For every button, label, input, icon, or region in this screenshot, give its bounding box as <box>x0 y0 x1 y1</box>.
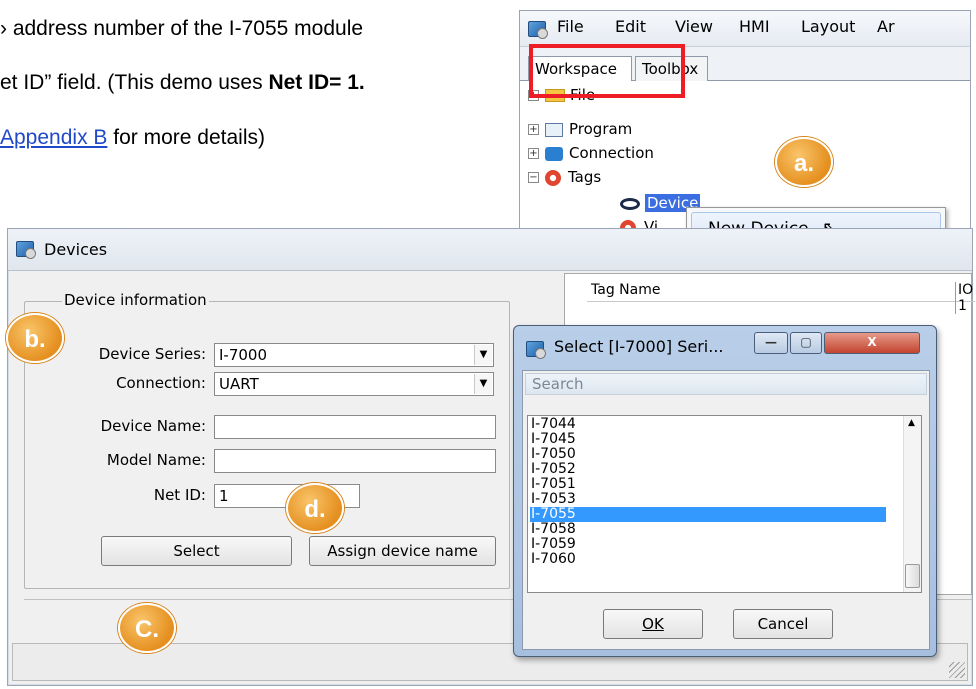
tags-icon <box>545 169 561 186</box>
callout-b: b. <box>6 313 64 363</box>
list-item[interactable]: I-7058 <box>530 522 886 537</box>
label-connection: Connection: <box>116 374 206 392</box>
cancel-label: Cancel <box>757 615 809 633</box>
arrow-glyph: › <box>0 17 13 40</box>
resize-grip-icon[interactable] <box>949 662 965 678</box>
doc-line-1: › address number of the I-7055 module <box>0 17 363 41</box>
expand-icon[interactable]: + <box>528 148 539 159</box>
doc-line-2: et ID” field. (This demo uses Net ID= 1. <box>0 71 365 95</box>
tree-item-program[interactable]: + Program <box>528 119 632 139</box>
group-title: Device information <box>62 291 209 309</box>
connection-select[interactable]: UART ▼ <box>214 372 494 396</box>
list-item[interactable]: I-7060 <box>530 552 886 567</box>
callout-c: C. <box>118 603 176 653</box>
doc-line-3-text: for more details) <box>107 126 265 149</box>
appendix-link[interactable]: Appendix B <box>0 126 107 149</box>
menu-file[interactable]: File <box>557 17 584 36</box>
connection-value: UART <box>219 375 259 393</box>
highlight-box <box>529 44 685 98</box>
tree-label: Program <box>569 120 633 138</box>
list-item[interactable]: I-7044 <box>530 417 886 432</box>
tree-label: Connection <box>569 144 654 162</box>
callout-a: a. <box>775 137 833 187</box>
select-dialog-title: Select [I-7000] Seri... <box>554 337 724 356</box>
select-button[interactable]: Select <box>101 536 292 566</box>
search-placeholder: Search <box>532 375 584 393</box>
doc-line-2-bold: Net ID= 1. <box>268 71 365 94</box>
doc-line-2-text: et ID” field. (This demo uses <box>0 71 269 94</box>
callout-d: d. <box>286 483 344 533</box>
device-icon <box>620 197 640 210</box>
maximize-button[interactable]: ▢ <box>790 332 822 354</box>
dialog-icon <box>526 341 546 359</box>
label-device-series: Device Series: <box>98 345 206 363</box>
ok-button[interactable]: OK <box>603 609 703 639</box>
list-scrollbar[interactable]: ▲ <box>903 416 921 592</box>
connection-icon <box>545 146 563 161</box>
menu-bar: File Edit View HMI Layout Ar <box>520 11 970 47</box>
assign-device-name-button[interactable]: Assign device name <box>309 536 496 566</box>
chevron-up-icon[interactable]: ▲ <box>908 418 915 428</box>
tag-table-header: Tag Name IO 1 <box>587 282 975 314</box>
io-header[interactable]: IO 1 <box>955 282 975 314</box>
devices-title: Devices <box>44 240 108 259</box>
list-item[interactable]: I-7051 <box>530 477 886 492</box>
cancel-button[interactable]: Cancel <box>733 609 833 639</box>
menu-layout[interactable]: Layout <box>801 17 855 36</box>
doc-line-3: Appendix B for more details) <box>0 126 265 150</box>
devices-titlebar: Devices <box>8 229 972 271</box>
device-name-input[interactable] <box>214 415 496 439</box>
tag-name-header[interactable]: Tag Name <box>591 282 660 298</box>
list-item-selected[interactable]: I-7055 <box>530 507 886 522</box>
doc-line-1-text: address number of the I-7055 module <box>12 17 364 40</box>
program-icon <box>545 122 563 137</box>
series-list[interactable]: I-7044 I-7045 I-7050 I-7052 I-7051 I-705… <box>527 415 922 593</box>
model-name-input[interactable] <box>214 449 496 473</box>
list-item[interactable]: I-7059 <box>530 537 886 552</box>
dialog-icon <box>16 241 36 259</box>
list-item[interactable]: I-7053 <box>530 492 886 507</box>
app-icon <box>528 21 548 39</box>
ok-label: OK <box>642 615 664 633</box>
menu-ar[interactable]: Ar <box>877 17 895 36</box>
minimize-button[interactable]: — <box>754 332 788 354</box>
chevron-down-icon[interactable]: ▼ <box>474 345 492 365</box>
tree-item-connection[interactable]: + Connection <box>528 143 654 163</box>
close-button[interactable]: X <box>824 332 920 354</box>
scrollbar-thumb[interactable] <box>905 564 920 588</box>
select-series-dialog: Select [I-7000] Seri... — ▢ X Search I-7… <box>513 325 937 657</box>
list-item[interactable]: I-7052 <box>530 462 886 477</box>
search-bar[interactable]: Search <box>525 373 927 395</box>
tree-label: Tags <box>568 168 602 186</box>
select-dialog-body: Search I-7044 I-7045 I-7050 I-7052 I-705… <box>522 370 930 650</box>
device-series-value: I-7000 <box>219 346 268 364</box>
menu-edit[interactable]: Edit <box>615 17 646 36</box>
label-net-id: Net ID: <box>153 486 206 504</box>
expand-icon[interactable]: + <box>528 124 539 135</box>
tree-item-tags[interactable]: − Tags <box>528 167 601 187</box>
menu-hmi[interactable]: HMI <box>739 17 770 36</box>
label-device-name: Device Name: <box>100 417 206 435</box>
chevron-down-icon[interactable]: ▼ <box>474 374 492 394</box>
collapse-icon[interactable]: − <box>528 172 539 183</box>
list-item[interactable]: I-7050 <box>530 447 886 462</box>
net-id-value: 1 <box>219 487 229 505</box>
list-item[interactable]: I-7045 <box>530 432 886 447</box>
label-model-name: Model Name: <box>106 451 206 469</box>
menu-view[interactable]: View <box>675 17 713 36</box>
device-series-select[interactable]: I-7000 ▼ <box>214 343 494 367</box>
